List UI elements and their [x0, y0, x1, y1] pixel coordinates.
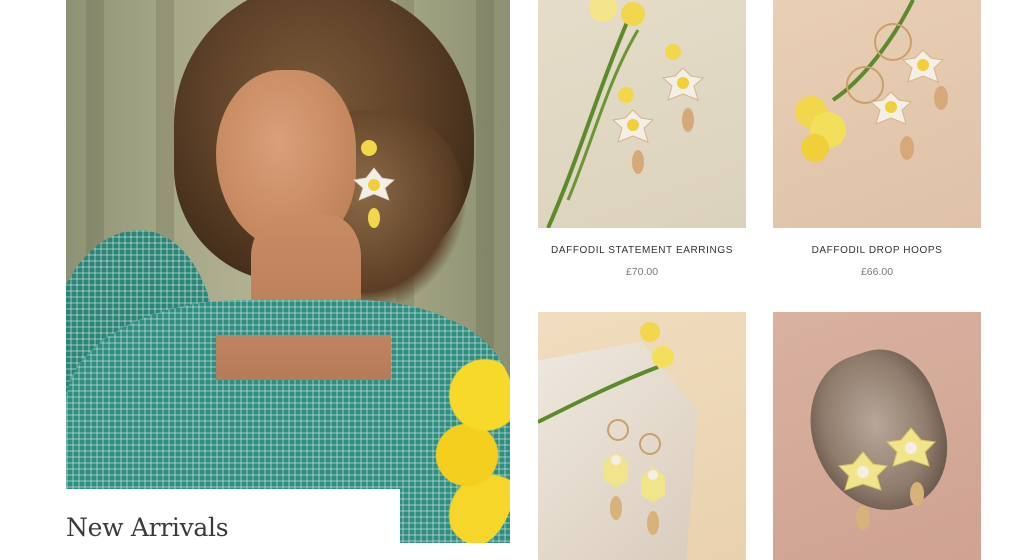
- product-card[interactable]: [538, 312, 746, 560]
- page: New Arrivals DAFFODIL STATEMENT EARRINGS…: [0, 0, 1024, 560]
- hero-image[interactable]: [66, 0, 510, 543]
- caption-box: New Arrivals: [40, 489, 400, 560]
- product-name[interactable]: DAFFODIL STATEMENT EARRINGS: [538, 245, 746, 256]
- product-image[interactable]: [538, 0, 746, 228]
- product-image[interactable]: [773, 0, 981, 228]
- product-image[interactable]: [538, 312, 746, 560]
- product-card[interactable]: [773, 312, 981, 560]
- daffodil-flowers: [431, 345, 510, 543]
- section-title: New Arrivals: [66, 513, 229, 542]
- product-price: £66.00: [860, 266, 894, 278]
- daffodil-earring-image: [353, 140, 395, 228]
- product-card[interactable]: DAFFODIL DROP HOOPS £66.00: [773, 0, 981, 278]
- product-name[interactable]: DAFFODIL DROP HOOPS: [773, 245, 981, 256]
- product-card[interactable]: DAFFODIL STATEMENT EARRINGS £70.00: [538, 0, 746, 278]
- product-price: £70.00: [625, 266, 659, 278]
- product-image[interactable]: [773, 312, 981, 560]
